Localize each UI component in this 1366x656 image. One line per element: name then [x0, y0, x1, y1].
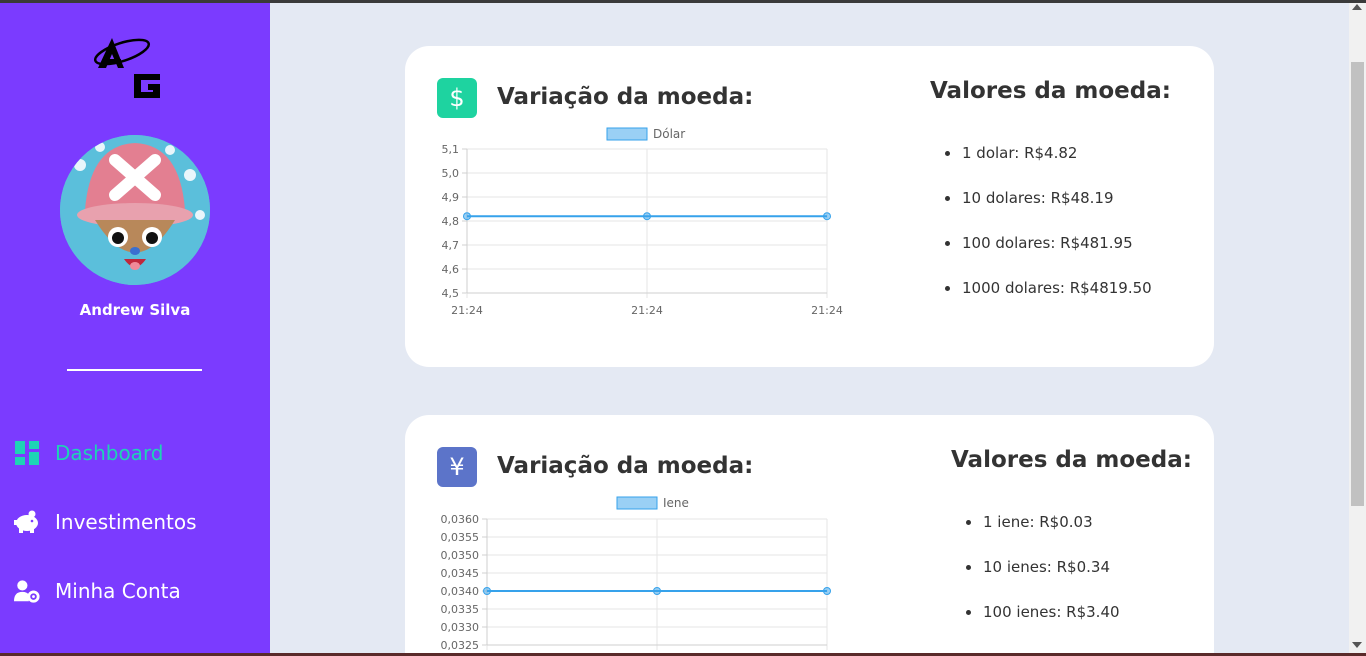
- piggy-bank-icon: [14, 509, 40, 535]
- sidebar-divider: [67, 369, 202, 371]
- y-tick-label: 5,0: [442, 167, 460, 180]
- y-tick-label: 0,0360: [441, 513, 480, 526]
- data-point: [823, 212, 831, 221]
- y-tick-label: 4,5: [442, 287, 460, 300]
- value-item: 100 dolares: R$481.95: [945, 232, 1152, 277]
- sidebar-item-label: Dashboard: [55, 441, 164, 465]
- y-tick-label: 0,0335: [441, 603, 480, 616]
- legend-label: Dólar: [653, 127, 685, 141]
- sidebar: Andrew Silva Dashboard Investimentos Min…: [0, 0, 270, 656]
- x-tick-label: 21:24: [811, 304, 843, 317]
- legend-label: Iene: [663, 496, 689, 510]
- values-title: Valores da moeda:: [951, 447, 1192, 473]
- username: Andrew Silva: [79, 301, 191, 319]
- value-item: 1 iene: R$0.03: [966, 511, 1120, 556]
- y-tick-label: 4,8: [442, 215, 460, 228]
- scroll-thumb[interactable]: [1351, 62, 1364, 506]
- card-title: Variação da moeda:: [497, 84, 754, 110]
- x-tick-label: 21:24: [631, 304, 663, 317]
- sidebar-item-label: Investimentos: [55, 510, 197, 534]
- scroll-up-arrow-icon[interactable]: [1352, 4, 1362, 10]
- avatar[interactable]: [60, 135, 210, 285]
- y-tick-label: 0,0340: [441, 585, 480, 598]
- values-list: 1 iene: R$0.03 10 ienes: R$0.34 100 iene…: [966, 511, 1120, 646]
- user-gear-icon: [14, 578, 40, 604]
- dollar-glyph: $: [449, 84, 465, 112]
- sidebar-item-minha-conta[interactable]: Minha Conta: [14, 576, 181, 606]
- y-tick-label: 5,1: [442, 143, 460, 156]
- window-top-border: [0, 0, 1366, 3]
- value-item: 1 dolar: R$4.82: [945, 142, 1152, 187]
- yen-glyph: ¥: [449, 453, 465, 481]
- dollar-icon: $: [437, 78, 477, 118]
- sidebar-item-dashboard[interactable]: Dashboard: [14, 438, 164, 468]
- card-title: Variação da moeda:: [497, 453, 754, 479]
- y-tick-label: 4,6: [442, 263, 460, 276]
- data-point: [653, 587, 661, 595]
- value-item: 10 dolares: R$48.19: [945, 187, 1152, 232]
- sidebar-item-investimentos[interactable]: Investimentos: [14, 507, 197, 537]
- y-tick-label: 0,0355: [441, 531, 480, 544]
- value-item: 10 ienes: R$0.34: [966, 556, 1120, 601]
- ag-logo[interactable]: [93, 34, 164, 102]
- currency-card-yen: ¥ Variação da moeda: Iene 0,0360 0,0355 0,0…: [405, 415, 1214, 656]
- currency-card-dollar: $ Variação da moeda: Dólar 5,1 5,0 4,9 4,8 4,…: [405, 46, 1214, 367]
- page-scrollbar[interactable]: [1349, 0, 1366, 656]
- y-tick-label: 0,0330: [441, 621, 480, 634]
- y-tick-label: 0,0325: [441, 639, 480, 652]
- dashboard-icon: [14, 440, 40, 466]
- dollar-line-chart: Dólar 5,1 5,0 4,9 4,8 4,7 4,6 4,5 21:24 21:24 21:2…: [442, 127, 843, 317]
- values-list: 1 dolar: R$4.82 10 dolares: R$48.19 100 …: [945, 142, 1152, 322]
- yen-line-chart: Iene 0,0360 0,0355 0,0350 0,0345 0,0340 0,0335…: [441, 496, 831, 652]
- values-title: Valores da moeda:: [930, 78, 1171, 104]
- data-point: [643, 212, 651, 221]
- data-point: [483, 587, 491, 595]
- yen-icon: ¥: [437, 447, 477, 487]
- data-point: [823, 587, 831, 595]
- y-tick-label: 4,9: [442, 191, 460, 204]
- y-tick-label: 0,0345: [441, 567, 480, 580]
- scroll-down-arrow-icon[interactable]: [1352, 642, 1362, 648]
- y-tick-label: 4,7: [442, 239, 460, 252]
- y-tick-label: 0,0350: [441, 549, 480, 562]
- data-point: [463, 212, 471, 221]
- legend-swatch: [606, 127, 648, 141]
- sidebar-item-label: Minha Conta: [55, 579, 181, 603]
- legend-swatch: [616, 496, 658, 510]
- value-item: 1000 dolares: R$4819.50: [945, 277, 1152, 322]
- value-item: 100 ienes: R$3.40: [966, 601, 1120, 646]
- x-tick-label: 21:24: [451, 304, 483, 317]
